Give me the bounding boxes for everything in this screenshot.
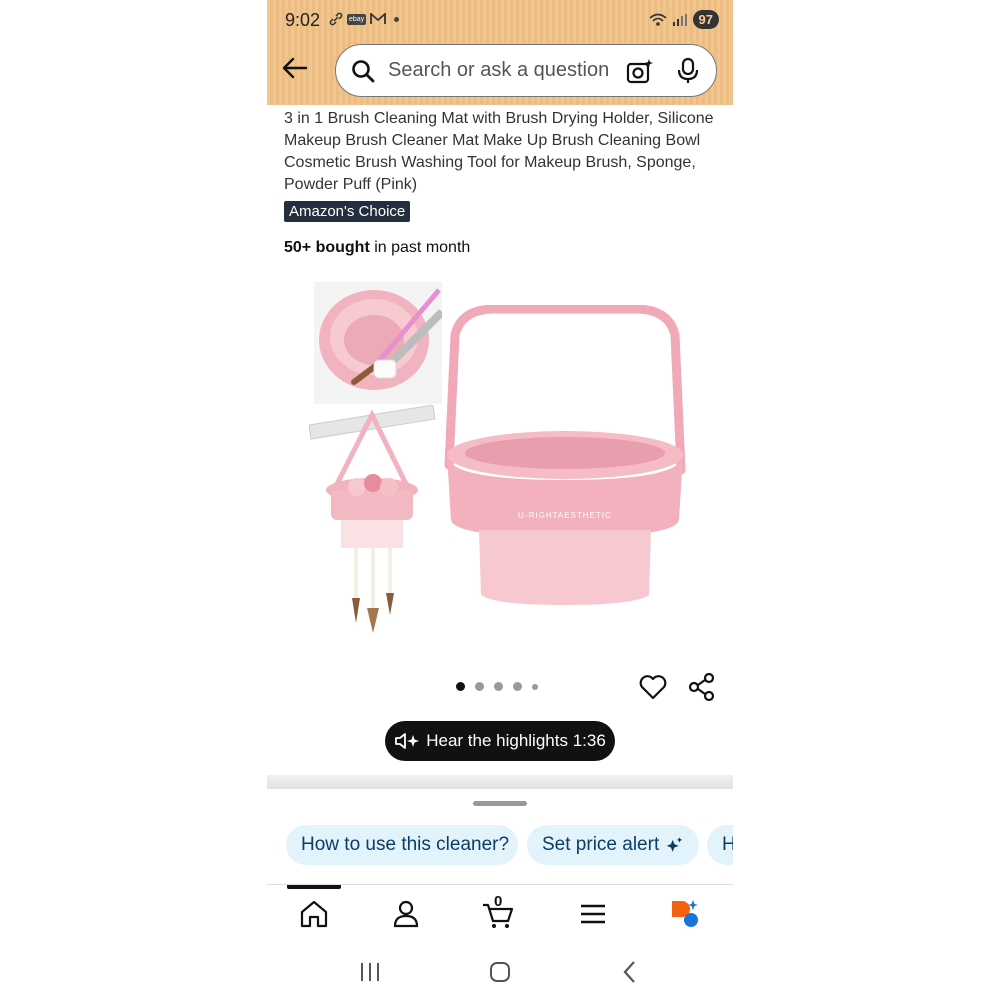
product-brand-text: U-RIGHTAESTHETIC <box>518 511 612 520</box>
amazons-choice-badge: Amazon's Choice <box>284 201 411 222</box>
status-bar: 9:02 ebay 97 <box>267 0 733 40</box>
carousel-dot[interactable] <box>456 682 465 691</box>
speaker-sparkle-icon <box>395 733 420 749</box>
suggestion-chip-how-to-use[interactable]: How to use this cleaner? <box>286 825 518 865</box>
bottom-navigation: 0 <box>267 884 733 945</box>
recent-apps-icon[interactable] <box>357 959 383 985</box>
home-icon[interactable] <box>297 897 331 931</box>
sparkle-icon <box>666 837 683 852</box>
product-image-hanging-holder[interactable] <box>309 405 437 635</box>
hear-highlights-label: Hear the highlights 1:36 <box>426 731 606 750</box>
purchase-count-bold: 50+ bought <box>284 239 370 256</box>
sheet-handle[interactable] <box>473 801 527 806</box>
active-tab-indicator <box>287 885 341 889</box>
account-icon[interactable] <box>389 897 423 931</box>
signal-icon <box>672 13 687 26</box>
search-icon <box>352 59 375 82</box>
more-notifications-dot <box>394 16 400 22</box>
phone-screen: 9:02 ebay 97 3 in 1 Brush Cleaning Mat w… <box>267 0 733 1000</box>
carousel-dot[interactable] <box>475 682 484 691</box>
share-icon[interactable] <box>687 672 717 702</box>
system-navigation-bar <box>267 944 733 1000</box>
back-button[interactable] <box>279 52 311 84</box>
product-image-bowl-with-brushes[interactable] <box>314 282 442 404</box>
heart-icon[interactable] <box>638 672 668 702</box>
carousel-dot[interactable] <box>532 683 538 690</box>
link-icon <box>329 12 343 26</box>
back-chevron-icon[interactable] <box>617 959 643 985</box>
suggestion-chip-partial[interactable]: H <box>707 825 733 865</box>
microphone-icon[interactable] <box>674 57 702 85</box>
wifi-icon <box>649 13 667 26</box>
purchase-count-suffix: in past month <box>369 239 471 256</box>
search-input[interactable] <box>386 58 610 83</box>
home-circle-icon[interactable] <box>487 959 513 985</box>
purchase-count: 50+ bought in past month <box>284 239 470 257</box>
search-bar[interactable] <box>335 44 717 97</box>
system-status: 97 <box>649 10 719 29</box>
ebay-icon: ebay <box>347 13 367 25</box>
notification-icons: ebay <box>329 12 400 26</box>
hear-highlights-button[interactable]: Hear the highlights 1:36 <box>385 721 615 761</box>
camera-search-icon[interactable] <box>626 58 654 86</box>
sheet-shadow <box>267 775 733 789</box>
rufus-suggestion-sheet: How to use this cleaner? Set price alert… <box>267 790 733 885</box>
cart-count: 0 <box>494 893 503 910</box>
suggestion-label: How to use this cleaner? <box>301 834 510 855</box>
gmail-icon <box>370 13 387 24</box>
suggestion-label: H <box>722 834 733 855</box>
battery-indicator: 97 <box>692 10 719 29</box>
product-image-main[interactable]: U-RIGHTAESTHETIC <box>435 305 695 615</box>
carousel-dot[interactable] <box>494 682 503 691</box>
rufus-assistant-icon[interactable] <box>668 897 702 931</box>
suggestion-chip-price-alert[interactable]: Set price alert <box>527 825 699 865</box>
status-time: 9:02 <box>285 10 321 30</box>
arrow-left-icon <box>282 57 308 79</box>
product-title: 3 in 1 Brush Cleaning Mat with Brush Dry… <box>284 110 714 193</box>
menu-icon[interactable] <box>576 897 610 931</box>
suggestion-label: Set price alert <box>542 834 660 855</box>
cart-button[interactable]: 0 <box>481 893 515 931</box>
app-header: 9:02 ebay 97 <box>267 0 733 105</box>
carousel-dot[interactable] <box>513 682 522 691</box>
carousel-indicators <box>456 682 538 691</box>
